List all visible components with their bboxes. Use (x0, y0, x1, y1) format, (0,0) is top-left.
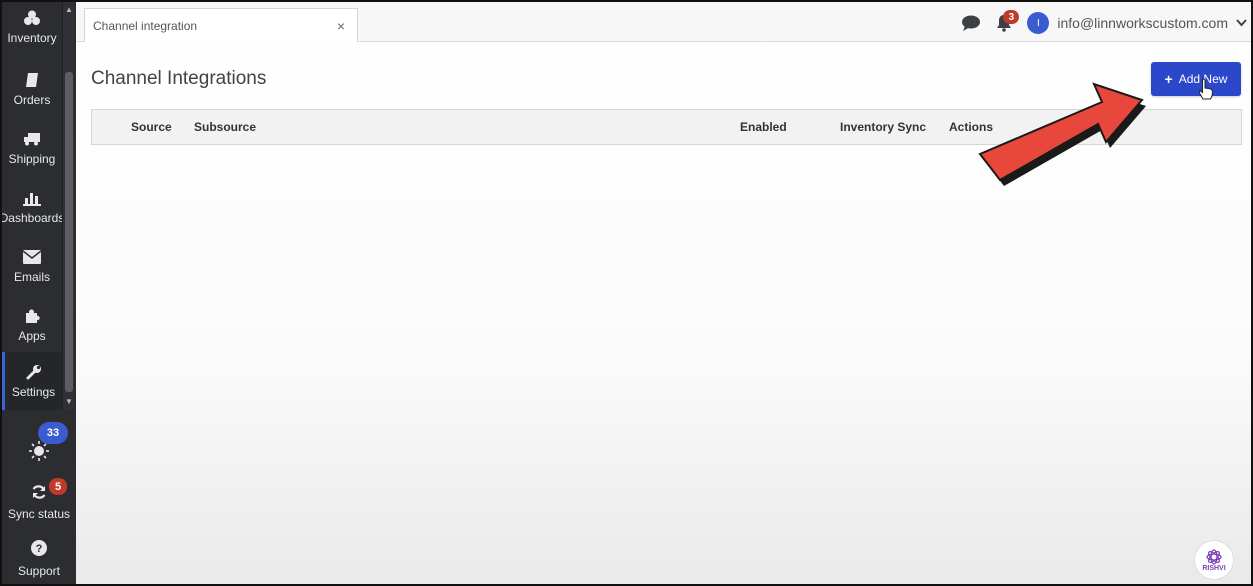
sidebar-item-label: Apps (18, 329, 46, 343)
tips-badge: 33 (38, 422, 68, 444)
main-content: Channel integration × 3 I info@linnworks… (76, 2, 1251, 584)
orders-icon (23, 71, 41, 89)
puzzle-icon (23, 307, 41, 325)
svg-text:?: ? (36, 543, 43, 555)
app-window: Inventory Orders Shipping Dashboards Ema (0, 0, 1253, 586)
sidebar-item-settings[interactable]: Settings (2, 352, 62, 410)
boxes-icon (23, 9, 41, 27)
header-actions: 3 I info@linnworkscustom.com (961, 10, 1247, 34)
wrench-icon (25, 363, 43, 381)
add-new-button[interactable]: + Add New (1151, 62, 1241, 96)
user-email[interactable]: info@linnworkscustom.com (1057, 15, 1228, 31)
watermark-logo: RISHVI (1194, 540, 1234, 580)
envelope-icon (23, 248, 41, 266)
sidebar-item-dashboards[interactable]: Dashboards (0, 178, 65, 236)
sidebar: Inventory Orders Shipping Dashboards Ema (0, 2, 76, 584)
flower-icon (1206, 548, 1222, 565)
tab-label: Channel integration (93, 19, 198, 33)
page-title: Channel Integrations (91, 68, 267, 89)
cursor-hand-icon (1198, 78, 1214, 105)
notifications-button[interactable]: 3 (995, 10, 1020, 32)
support-button[interactable]: ? Support (2, 540, 76, 580)
plus-icon: + (1164, 71, 1173, 87)
support-label: Support (17, 564, 61, 578)
sidebar-item-label: Dashboards (0, 211, 65, 225)
column-header-enabled[interactable]: Enabled (740, 120, 787, 134)
sync-badge: 5 (49, 478, 67, 495)
scroll-down-icon[interactable]: ▼ (63, 396, 75, 408)
sidebar-item-emails[interactable]: Emails (2, 237, 62, 295)
chevron-down-icon[interactable] (1236, 19, 1247, 27)
sidebar-item-label: Emails (13, 270, 50, 284)
sidebar-item-label: Orders (13, 93, 51, 107)
chat-icon[interactable] (961, 14, 981, 32)
watermark-text: RISHVI (1202, 564, 1226, 572)
sidebar-item-apps[interactable]: Apps (2, 296, 62, 354)
sidebar-scrollbar[interactable]: ▲ ▼ (62, 2, 74, 410)
help-icon: ? (31, 540, 47, 558)
sidebar-item-shipping[interactable]: Shipping (2, 119, 62, 177)
annotation-arrow-icon (978, 82, 1146, 186)
notification-badge: 3 (1003, 10, 1020, 24)
sidebar-item-label: Inventory (7, 31, 57, 45)
scroll-thumb[interactable] (65, 72, 73, 392)
column-header-subsource[interactable]: Subsource (194, 120, 256, 134)
sidebar-item-orders[interactable]: Orders (2, 60, 62, 118)
top-bar: Channel integration × 3 I info@linnworks… (76, 2, 1251, 42)
sync-icon (31, 484, 47, 502)
column-header-inventory-sync[interactable]: Inventory Sync (840, 120, 926, 134)
scroll-up-icon[interactable]: ▲ (63, 4, 75, 16)
sidebar-item-label: Settings (11, 385, 56, 399)
column-header-source[interactable]: Source (131, 120, 172, 134)
truck-icon (23, 130, 41, 148)
tab-channel-integration[interactable]: Channel integration × (84, 8, 358, 42)
sync-status-label: Sync status (7, 507, 71, 521)
bar-chart-icon (23, 189, 41, 207)
sidebar-item-label: Shipping (8, 152, 56, 166)
avatar[interactable]: I (1027, 12, 1050, 34)
close-icon[interactable]: × (337, 18, 345, 34)
sidebar-item-inventory[interactable]: Inventory (2, 2, 62, 52)
